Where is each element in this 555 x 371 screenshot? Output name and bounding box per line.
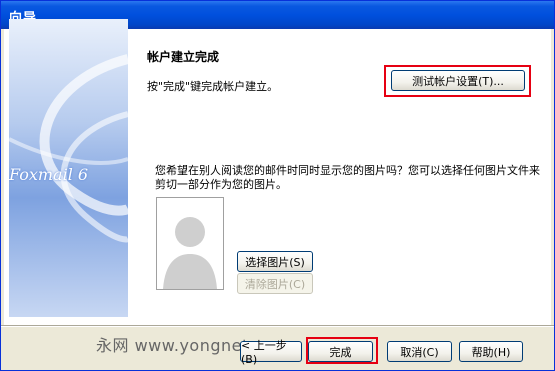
page-heading: 帐户建立完成 xyxy=(147,50,220,64)
foxmail-logo: Foxmail 6 xyxy=(9,165,89,184)
finish-button-highlight xyxy=(306,337,378,364)
avatar-placeholder-icon xyxy=(157,198,223,289)
help-button[interactable]: 帮助(H) xyxy=(459,341,523,362)
back-button[interactable]: < 上一步(B) xyxy=(240,339,302,366)
page-description: 按"完成"键完成帐户建立。 xyxy=(147,80,279,93)
choose-picture-button[interactable]: 选择图片(S) xyxy=(237,251,313,272)
avatar-picture xyxy=(156,197,224,290)
footer-separator xyxy=(1,325,554,327)
picture-question: 您希望在别人阅读您的邮件时同时显示您的图片吗？您可以选择任何图片文件来剪切一部分… xyxy=(155,164,540,191)
cancel-button[interactable]: 取消(C) xyxy=(387,341,452,362)
test-button-highlight xyxy=(384,65,531,97)
side-banner: Foxmail 6 xyxy=(9,19,128,317)
clear-picture-button[interactable]: 清除图片(C) xyxy=(237,273,313,294)
wizard-window: 向导 Foxmail 6 帐户建立完成 按"完成"键完成帐户建立。 测试帐户设置… xyxy=(0,0,555,371)
